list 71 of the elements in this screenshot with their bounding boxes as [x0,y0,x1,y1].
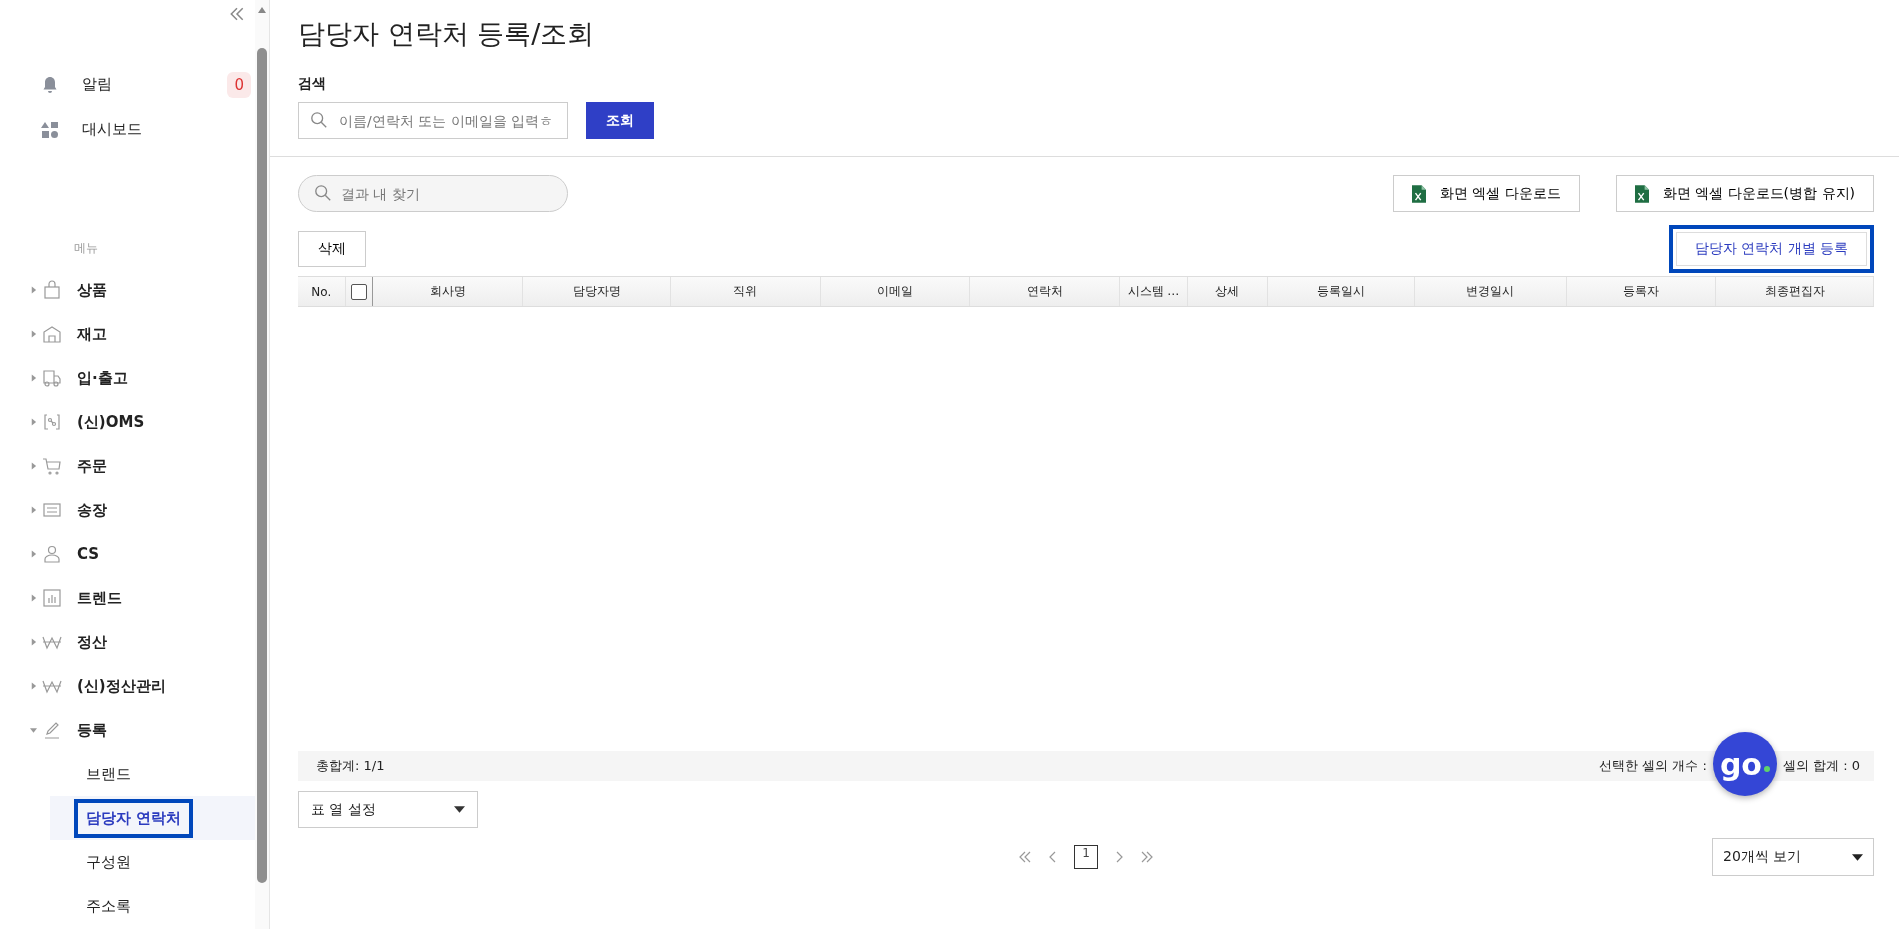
page-size-dropdown[interactable]: 20개씩 보기 [1712,838,1874,876]
person-icon [42,544,62,564]
column-header[interactable]: 최종편집자 [1716,277,1875,306]
scrollbar[interactable] [255,0,269,929]
register-button[interactable]: 담당자 연락처 개별 등록 [1668,225,1874,273]
column-header[interactable]: 변경일시 [1414,277,1567,306]
menu-item[interactable]: 재고 [0,312,255,356]
menu-item[interactable]: 입·출고 [0,356,255,400]
menu-item[interactable]: (신)정산관리 [0,664,255,708]
pencil-icon [42,720,62,740]
delete-button[interactable]: 삭제 [298,231,366,267]
menu-item[interactable]: 주문 [0,444,255,488]
house-icon [42,324,62,344]
total-count: 총합계: 1/1 [316,757,385,775]
menu-item[interactable]: 트렌드 [0,576,255,620]
last-page-icon[interactable] [1140,850,1154,864]
notification-item[interactable]: 알림 0 [0,62,255,107]
column-header[interactable]: No. [298,277,346,306]
search-field[interactable]: 이름/연락처 또는 이메일을 입력ㅎ [298,102,568,139]
query-button[interactable]: 조회 [586,102,654,139]
scroll-up-icon[interactable] [257,6,267,14]
excel-download-button[interactable]: 화면 엑셀 다운로드(병합 유지) [1615,175,1874,212]
column-header[interactable]: 이메일 [820,277,971,306]
spreadsheet-icon [1634,184,1649,203]
chart-icon [42,588,62,608]
submenu-item[interactable]: 브랜드 [50,752,255,796]
selected-cell-sum: 셀의 합계 : 0 [1782,757,1860,775]
column-header[interactable]: 등록자 [1566,277,1717,306]
search-icon [310,111,328,129]
selected-cell-count: 선택한 셀의 개수 : [1599,757,1707,775]
column-header[interactable]: 상세 [1187,277,1269,306]
notification-count: 0 [227,71,251,98]
menu-item[interactable]: 송장 [0,488,255,532]
column-header[interactable]: 회사명 [373,277,524,306]
submenu-item[interactable]: 주소록 [50,884,255,928]
submenu-item[interactable]: 담당자 연락처 [50,796,255,840]
dashboard-item[interactable]: 대시보드 [0,107,255,152]
dropdown-arrow-icon [1852,853,1863,861]
dropdown-arrow-icon [454,806,465,813]
search-icon [314,184,332,202]
page-title: 담당자 연락처 등록/조회 [298,17,596,50]
cart-icon [42,456,62,476]
column-header[interactable]: 담당자명 [523,277,671,306]
menu-item[interactable]: CS [0,532,255,576]
invoice-icon [42,500,62,520]
scrollbar-thumb[interactable] [257,48,267,883]
collapse-icon[interactable] [229,6,245,22]
truck-icon [42,368,62,388]
link-icon [42,412,62,432]
bag-icon [42,280,62,300]
chat-button[interactable]: go [1712,732,1777,796]
first-page-icon[interactable] [1018,850,1032,864]
search-label: 검색 [298,75,327,93]
column-header[interactable]: 시스템 … [1120,277,1188,306]
notification-label: 알림 [82,75,113,94]
column-header[interactable]: 등록일시 [1268,277,1415,306]
menu-item[interactable]: 상품 [0,268,255,312]
menu-item[interactable]: (신)OMS [0,400,255,444]
menu-item[interactable]: 정산 [0,620,255,664]
column-settings-dropdown[interactable]: 표 열 설정 [298,791,478,828]
menu-heading: 메뉴 [73,240,99,257]
spreadsheet-icon [1411,184,1426,203]
column-header[interactable]: 연락처 [970,277,1121,306]
page-number[interactable]: 1 [1074,845,1098,869]
menu-item[interactable]: 등록 [0,708,255,752]
submenu-item[interactable]: 구성원 [50,840,255,884]
result-search-field[interactable]: 결과 내 찾기 [298,175,568,212]
select-all-checkbox[interactable] [351,283,367,300]
excel-download-button[interactable]: 화면 엑셀 다운로드 [1392,175,1580,212]
column-header[interactable]: 직위 [670,277,821,306]
dashboard-icon [40,119,60,140]
